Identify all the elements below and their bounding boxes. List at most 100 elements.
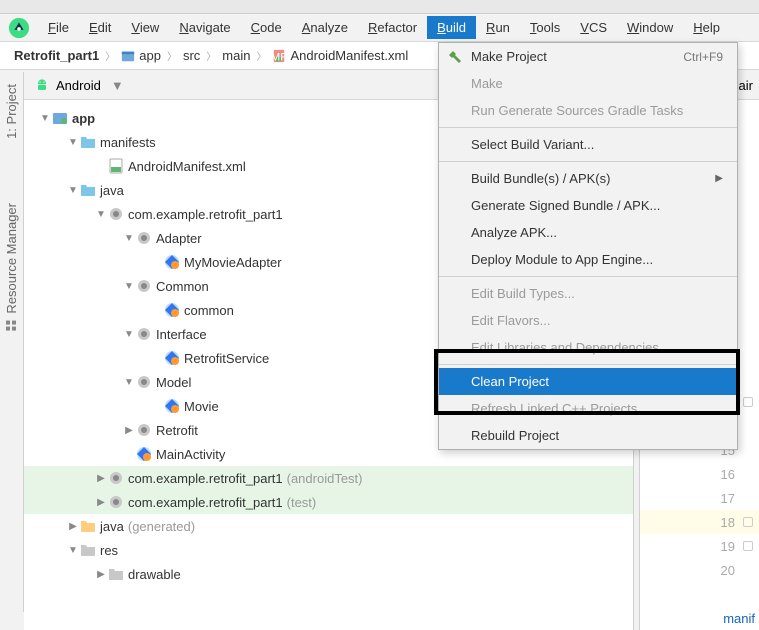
chevron-right-icon: 〉 [167, 48, 177, 63]
rebuild-project-item[interactable]: Rebuild Project [439, 422, 737, 449]
tree-suffix: (test) [287, 495, 317, 510]
breadcrumb-project[interactable]: Retrofit_part1 [14, 48, 99, 63]
expand-down-icon[interactable]: ▼ [122, 281, 136, 292]
analyze-apk-item[interactable]: Analyze APK... [439, 219, 737, 246]
chevron-down-icon: ▼ [111, 78, 124, 93]
tree-suffix: (generated) [128, 519, 195, 534]
kotlin-class-icon [164, 398, 180, 414]
breadcrumb-src[interactable]: src [183, 48, 200, 63]
deploy-module-item[interactable]: Deploy Module to App Engine... [439, 246, 737, 273]
menu-edit[interactable]: Edit [79, 16, 121, 39]
menu-tools[interactable]: Tools [520, 16, 570, 39]
tree-label: drawable [128, 567, 181, 582]
expand-right-icon[interactable]: ▶ [94, 473, 108, 484]
expand-down-icon[interactable]: ▼ [122, 329, 136, 340]
expand-down-icon[interactable]: ▼ [38, 113, 52, 124]
expand-down-icon[interactable]: ▼ [122, 377, 136, 388]
manifest-file-icon: MF [272, 49, 286, 63]
tab-strip [0, 0, 759, 14]
select-build-variant-item[interactable]: Select Build Variant... [439, 131, 737, 158]
tree-node[interactable]: ▶ drawable [24, 562, 633, 586]
folder-icon [80, 182, 96, 198]
refresh-cpp-item: Refresh Linked C++ Projects [439, 395, 737, 422]
menu-separator [439, 127, 737, 128]
tree-label: java [100, 183, 124, 198]
tree-label: Retrofit [156, 423, 198, 438]
menu-navigate[interactable]: Navigate [169, 16, 240, 39]
edit-build-types-item: Edit Build Types... [439, 280, 737, 307]
tree-label: Model [156, 375, 191, 390]
menu-vcs[interactable]: VCS [570, 16, 617, 39]
menu-analyze[interactable]: Analyze [292, 16, 358, 39]
expand-right-icon[interactable]: ▶ [94, 497, 108, 508]
hammer-icon [447, 49, 463, 65]
tree-label: res [100, 543, 118, 558]
tree-node[interactable]: ▶java (generated) [24, 514, 633, 538]
package-icon [136, 230, 152, 246]
chevron-right-icon: 〉 [105, 48, 115, 63]
tree-label: com.example.retrofit_part1 [128, 207, 283, 222]
resource-manager-tab[interactable]: Resource Manager [0, 191, 23, 344]
kotlin-class-icon [136, 446, 152, 462]
kotlin-class-icon [164, 302, 180, 318]
android-studio-icon [8, 17, 30, 39]
breadcrumb-file[interactable]: AndroidManifest.xml [290, 48, 408, 63]
tree-node[interactable]: ▶ com.example.retrofit_part1 (test) [24, 490, 633, 514]
tree-label: common [184, 303, 234, 318]
gutter-line: 18 [640, 510, 759, 534]
chevron-right-icon: 〉 [206, 48, 216, 63]
tree-label: manifests [100, 135, 156, 150]
project-view-label: Android [56, 78, 101, 93]
build-menu-dropdown: Make ProjectCtrl+F9 Make Run Generate So… [438, 42, 738, 450]
edit-libraries-item: Edit Libraries and Dependencies... [439, 334, 737, 361]
expand-down-icon[interactable]: ▼ [66, 185, 80, 196]
menu-window[interactable]: Window [617, 16, 683, 39]
fold-marker-icon[interactable] [743, 397, 753, 407]
expand-down-icon[interactable]: ▼ [66, 137, 80, 148]
clean-project-item[interactable]: Clean Project [439, 368, 737, 395]
run-generate-sources-item: Run Generate Sources Gradle Tasks [439, 97, 737, 124]
fold-marker-icon[interactable] [743, 517, 753, 527]
folder-icon [108, 566, 124, 582]
gutter-line: 16 [640, 462, 759, 486]
breadcrumb-module[interactable]: app [139, 48, 161, 63]
package-icon [108, 206, 124, 222]
shortcut-label: Ctrl+F9 [683, 50, 723, 64]
folder-icon [80, 542, 96, 558]
expand-down-icon[interactable]: ▼ [122, 233, 136, 244]
menu-view[interactable]: View [121, 16, 169, 39]
expand-right-icon[interactable]: ▶ [66, 521, 80, 532]
tree-label: Adapter [156, 231, 202, 246]
expand-down-icon[interactable]: ▼ [66, 545, 80, 556]
menu-separator [439, 276, 737, 277]
build-bundles-item[interactable]: Build Bundle(s) / APK(s)▶ [439, 165, 737, 192]
tree-suffix: (androidTest) [287, 471, 363, 486]
expand-right-icon[interactable]: ▶ [122, 425, 136, 436]
expand-down-icon[interactable]: ▼ [94, 209, 108, 220]
menu-help[interactable]: Help [683, 16, 730, 39]
tree-label: MainActivity [156, 447, 225, 462]
menu-file[interactable]: File [38, 16, 79, 39]
tree-label: com.example.retrofit_part1 [128, 495, 283, 510]
menu-code[interactable]: Code [241, 16, 292, 39]
menu-run[interactable]: Run [476, 16, 520, 39]
generate-signed-item[interactable]: Generate Signed Bundle / APK... [439, 192, 737, 219]
menu-build[interactable]: Build [427, 16, 476, 39]
folder-icon [80, 134, 96, 150]
tree-label: app [72, 111, 95, 126]
kotlin-class-icon [164, 350, 180, 366]
tree-label: AndroidManifest.xml [128, 159, 246, 174]
expand-right-icon[interactable]: ▶ [94, 569, 108, 580]
menu-separator [439, 161, 737, 162]
package-icon [136, 278, 152, 294]
breadcrumb-main[interactable]: main [222, 48, 250, 63]
make-item: Make [439, 70, 737, 97]
tree-node[interactable]: ▶com.example.retrofit_part1 (androidTest… [24, 466, 633, 490]
tree-node[interactable]: ▼ res [24, 538, 633, 562]
menu-refactor[interactable]: Refactor [358, 16, 427, 39]
project-tool-tab[interactable]: 1: Project [0, 72, 23, 151]
chevron-right-icon: 〉 [256, 48, 266, 63]
fold-marker-icon[interactable] [743, 541, 753, 551]
make-project-item[interactable]: Make ProjectCtrl+F9 [439, 43, 737, 70]
tree-label: Common [156, 279, 209, 294]
